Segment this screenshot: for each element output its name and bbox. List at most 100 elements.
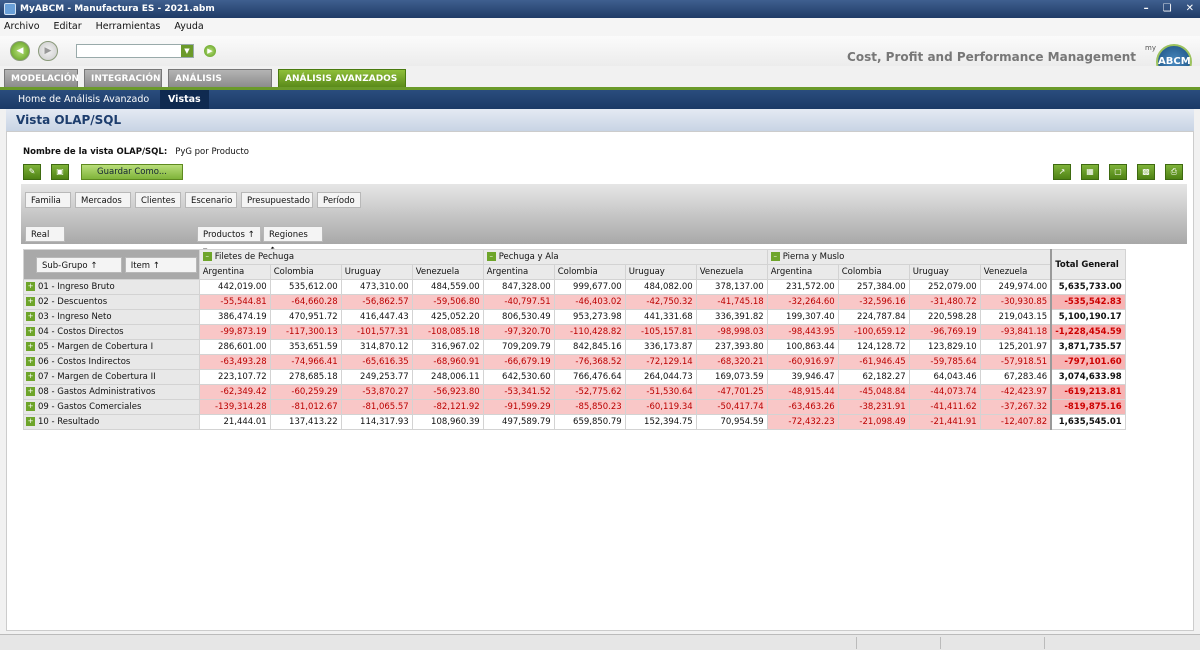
subnav-home[interactable]: Home de Análisis Avanzado	[18, 90, 149, 109]
total-cell[interactable]: -797,101.60	[1050, 354, 1126, 370]
value-cell[interactable]: -100,659.12	[837, 324, 910, 340]
value-cell[interactable]: 223,107.72	[198, 369, 271, 385]
value-cell[interactable]: -53,341.52	[482, 384, 555, 400]
value-cell[interactable]: -61,946.45	[837, 354, 910, 370]
row-field-subgrupo[interactable]: Sub-Grupo ↑	[36, 256, 122, 273]
value-cell[interactable]: 353,651.59	[269, 339, 342, 355]
region-header[interactable]: Uruguay	[908, 264, 981, 280]
go-button[interactable]: ▶	[204, 45, 216, 57]
row-label[interactable]: +06 - Costos Indirectos	[23, 354, 200, 370]
total-cell[interactable]: -619,213.81	[1050, 384, 1126, 400]
filter-presupuestado[interactable]: Presupuestado	[241, 192, 313, 208]
print-button[interactable]: ⎙	[1165, 164, 1183, 180]
region-header[interactable]: Venezuela	[979, 264, 1052, 280]
save-button[interactable]: ▣	[51, 164, 69, 180]
row-label[interactable]: +03 - Ingreso Neto	[23, 309, 200, 325]
subnav-vistas[interactable]: Vistas	[160, 90, 209, 109]
value-cell[interactable]: 659,850.79	[553, 414, 626, 430]
expand-icon[interactable]: +	[26, 312, 35, 321]
chevron-down-icon[interactable]: ▼	[181, 45, 193, 57]
filter-periodo[interactable]: Período	[317, 192, 361, 208]
region-header[interactable]: Venezuela	[695, 264, 768, 280]
region-header[interactable]: Colombia	[553, 264, 626, 280]
value-cell[interactable]: 470,951.72	[269, 309, 342, 325]
tab-analisis-avanzados[interactable]: ANÁLISIS AVANZADOS	[278, 69, 406, 87]
value-cell[interactable]: -97,320.70	[482, 324, 555, 340]
row-label[interactable]: +10 - Resultado	[23, 414, 200, 430]
region-header[interactable]: Uruguay	[340, 264, 413, 280]
value-cell[interactable]: 378,137.00	[695, 279, 768, 295]
value-cell[interactable]: 999,677.00	[553, 279, 626, 295]
value-cell[interactable]: 64,043.46	[908, 369, 981, 385]
edit-view-button[interactable]: ✎	[23, 164, 41, 180]
region-header[interactable]: Argentina	[198, 264, 271, 280]
close-icon[interactable]: ✕	[1186, 0, 1194, 18]
navigation-combo[interactable]: ▼	[76, 44, 194, 58]
value-cell[interactable]: 842,845.16	[553, 339, 626, 355]
value-cell[interactable]: 220,598.28	[908, 309, 981, 325]
value-cell[interactable]: 416,447.43	[340, 309, 413, 325]
value-cell[interactable]: 286,601.00	[198, 339, 271, 355]
value-cell[interactable]: -81,012.67	[269, 399, 342, 415]
value-cell[interactable]: -56,862.57	[340, 294, 413, 310]
value-cell[interactable]: 336,391.82	[695, 309, 768, 325]
value-cell[interactable]: -42,423.97	[979, 384, 1052, 400]
save-as-button[interactable]: Guardar Como...	[81, 164, 183, 180]
value-cell[interactable]: 442,019.00	[198, 279, 271, 295]
total-cell[interactable]: 3,871,735.57	[1050, 339, 1126, 355]
filter-familia[interactable]: Familia	[25, 192, 71, 208]
filter-clientes[interactable]: Clientes	[135, 192, 181, 208]
value-cell[interactable]: -63,493.28	[198, 354, 271, 370]
value-cell[interactable]: -68,320.21	[695, 354, 768, 370]
value-cell[interactable]: 425,052.20	[411, 309, 484, 325]
menu-editar[interactable]: Editar	[54, 18, 82, 36]
expand-icon[interactable]: +	[26, 417, 35, 426]
value-cell[interactable]: -66,679.19	[482, 354, 555, 370]
value-cell[interactable]: 766,476.64	[553, 369, 626, 385]
value-cell[interactable]: 953,273.98	[553, 309, 626, 325]
value-cell[interactable]: 199,307.40	[766, 309, 839, 325]
row-label[interactable]: +07 - Margen de Cobertura II	[23, 369, 200, 385]
value-cell[interactable]: -139,314.28	[198, 399, 271, 415]
value-cell[interactable]: -53,870.27	[340, 384, 413, 400]
value-cell[interactable]: 386,474.19	[198, 309, 271, 325]
value-cell[interactable]: 806,530.49	[482, 309, 555, 325]
region-header[interactable]: Uruguay	[624, 264, 697, 280]
value-cell[interactable]: 497,589.79	[482, 414, 555, 430]
region-header[interactable]: Venezuela	[411, 264, 484, 280]
row-label[interactable]: +01 - Ingreso Bruto	[23, 279, 200, 295]
expand-icon[interactable]: +	[26, 372, 35, 381]
value-cell[interactable]: 219,043.15	[979, 309, 1052, 325]
value-cell[interactable]: -50,417.74	[695, 399, 768, 415]
value-cell[interactable]: -51,530.64	[624, 384, 697, 400]
value-cell[interactable]: 709,209.79	[482, 339, 555, 355]
value-cell[interactable]: -64,660.28	[269, 294, 342, 310]
value-cell[interactable]: 62,182.27	[837, 369, 910, 385]
product-header[interactable]: – Pechuga y Ala	[482, 249, 768, 265]
value-cell[interactable]: 316,967.02	[411, 339, 484, 355]
value-cell[interactable]: 336,173.87	[624, 339, 697, 355]
column-field-regiones[interactable]: Regiones ↑	[263, 226, 323, 256]
value-cell[interactable]: -48,915.44	[766, 384, 839, 400]
value-cell[interactable]: -110,428.82	[553, 324, 626, 340]
value-cell[interactable]: -81,065.57	[340, 399, 413, 415]
menu-ayuda[interactable]: Ayuda	[174, 18, 203, 36]
value-cell[interactable]: 249,974.00	[979, 279, 1052, 295]
row-label[interactable]: +09 - Gastos Comerciales	[23, 399, 200, 415]
restore-icon[interactable]: ❏	[1163, 0, 1172, 18]
value-cell[interactable]: -60,259.29	[269, 384, 342, 400]
tab-analisis-basicos[interactable]: ANÁLISIS BÁSICOS	[168, 69, 272, 102]
value-cell[interactable]: 248,006.11	[411, 369, 484, 385]
value-cell[interactable]: -21,441.91	[908, 414, 981, 430]
value-cell[interactable]: 237,393.80	[695, 339, 768, 355]
value-cell[interactable]: 67,283.46	[979, 369, 1052, 385]
value-cell[interactable]: -44,073.74	[908, 384, 981, 400]
value-cell[interactable]: 473,310.00	[340, 279, 413, 295]
value-cell[interactable]: -98,443.95	[766, 324, 839, 340]
total-cell[interactable]: -1,228,454.59	[1050, 324, 1126, 340]
value-cell[interactable]: 314,870.12	[340, 339, 413, 355]
value-cell[interactable]: 249,253.77	[340, 369, 413, 385]
value-cell[interactable]: -32,596.16	[837, 294, 910, 310]
value-cell[interactable]: 21,444.01	[198, 414, 271, 430]
expand-icon[interactable]: +	[26, 357, 35, 366]
